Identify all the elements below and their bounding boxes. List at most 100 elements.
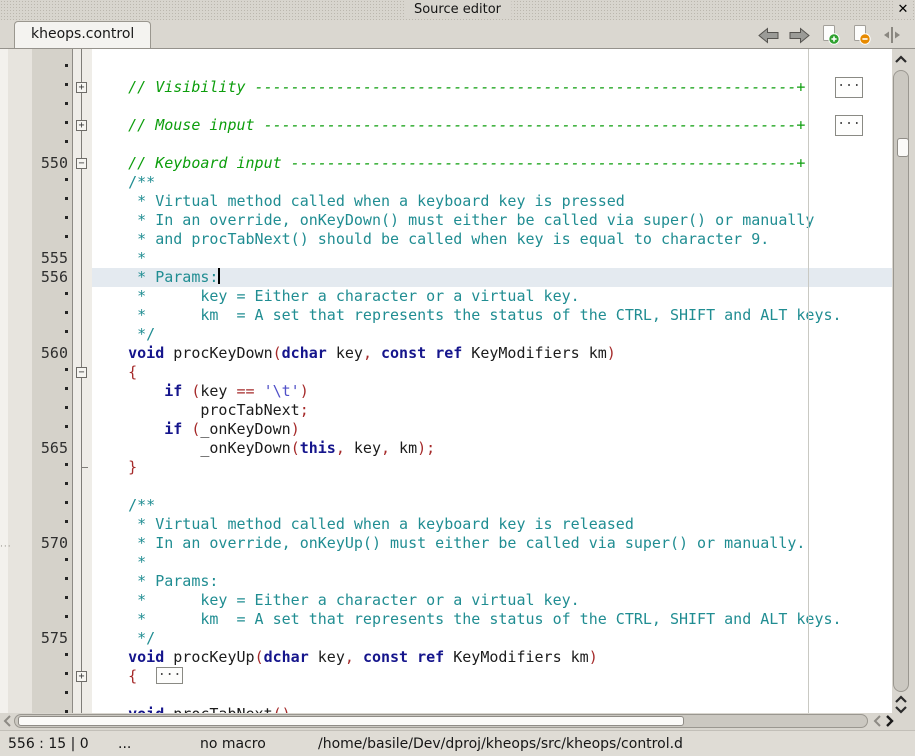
code-text[interactable]: if (_onKeyDown) [92, 420, 892, 439]
code-line[interactable] [0, 686, 892, 705]
code-line[interactable]: * km = A set that represents the status … [0, 610, 892, 629]
code-line[interactable]: */ [0, 325, 892, 344]
code-text[interactable]: if (key == '\t') [92, 382, 892, 401]
code-editor[interactable]: ··· + // Visibility --------------------… [0, 48, 915, 713]
code-text[interactable]: _onKeyDown(this, key, km); [92, 439, 892, 458]
code-text[interactable]: * [92, 553, 892, 572]
code-text[interactable]: // Mouse input -------------------------… [92, 116, 892, 135]
vscroll-thumb[interactable] [897, 138, 909, 157]
vertical-scrollbar[interactable] [892, 48, 915, 713]
code-line[interactable] [0, 59, 892, 78]
code-line[interactable]: if (_onKeyDown) [0, 420, 892, 439]
code-text[interactable]: { [92, 363, 892, 382]
code-line[interactable]: 575 */ [0, 629, 892, 648]
code-line[interactable]: void procKeyUp(dchar key, const ref KeyM… [0, 648, 892, 667]
code-line[interactable]: * [0, 553, 892, 572]
code-line[interactable]: /** [0, 173, 892, 192]
code-text[interactable]: * km = A set that represents the status … [92, 610, 892, 629]
fold-expand-icon[interactable]: + [76, 671, 87, 682]
fold-collapse-icon[interactable]: − [76, 367, 87, 378]
code-line[interactable]: * km = A set that represents the status … [0, 306, 892, 325]
code-line[interactable] [0, 477, 892, 496]
code-text[interactable] [92, 686, 892, 705]
code-text[interactable]: /** [92, 173, 892, 192]
code-text[interactable]: // Keyboard input ----------------------… [92, 154, 892, 173]
folded-code-box[interactable]: ... [835, 115, 863, 136]
code-text[interactable]: void procTabNext() [92, 705, 892, 713]
code-line[interactable]: void procTabNext() [0, 705, 892, 713]
scroll-left-icon[interactable] [1, 714, 13, 728]
code-line[interactable]: * Virtual method called when a keyboard … [0, 192, 892, 211]
code-text[interactable]: * and procTabNext() should be called whe… [92, 230, 892, 249]
code-text[interactable]: * Params: [92, 572, 892, 591]
new-document-icon[interactable] [819, 25, 841, 45]
code-text[interactable]: */ [92, 629, 892, 648]
folded-code-box[interactable]: ... [835, 77, 863, 98]
close-document-icon[interactable] [850, 25, 872, 45]
code-text[interactable]: * In an override, onKeyUp() must either … [92, 534, 892, 553]
code-text[interactable]: * [92, 249, 892, 268]
code-text[interactable]: * key = Either a character or a virtual … [92, 591, 892, 610]
code-text[interactable]: {... [92, 667, 892, 686]
horizontal-scrollbar[interactable] [0, 713, 915, 730]
code-text[interactable]: */ [92, 325, 892, 344]
fold-expand-icon[interactable]: + [76, 82, 87, 93]
code-line[interactable] [0, 135, 892, 154]
scroll-right-icon[interactable] [883, 714, 895, 728]
code-line[interactable]: } [0, 458, 892, 477]
code-text[interactable]: void procKeyUp(dchar key, const ref KeyM… [92, 648, 892, 667]
code-line[interactable]: procTabNext; [0, 401, 892, 420]
code-line[interactable]: * Params: [0, 572, 892, 591]
code-text[interactable]: * Params: [92, 268, 892, 287]
code-line[interactable]: + // Mouse input -----------------------… [0, 116, 892, 135]
hscroll-thumb[interactable] [18, 716, 684, 726]
code-line[interactable] [0, 97, 892, 116]
title-bar[interactable]: Source editor ✕ [0, 0, 915, 20]
hscroll-groove[interactable] [14, 714, 868, 728]
code-line[interactable]: + {... [0, 667, 892, 686]
code-text[interactable]: * key = Either a character or a virtual … [92, 287, 892, 306]
code-token [92, 667, 128, 685]
code-text[interactable]: } [92, 458, 892, 477]
code-line[interactable]: 565 _onKeyDown(this, key, km); [0, 439, 892, 458]
code-line[interactable]: /** [0, 496, 892, 515]
code-line[interactable]: 550− // Keyboard input -----------------… [0, 154, 892, 173]
code-line[interactable]: 555 * [0, 249, 892, 268]
code-line[interactable]: * key = Either a character or a virtual … [0, 287, 892, 306]
code-token: procTabNext [164, 705, 272, 713]
code-line[interactable]: * In an override, onKeyDown() must eithe… [0, 211, 892, 230]
back-arrow-icon[interactable] [757, 25, 779, 45]
code-text[interactable]: * km = A set that represents the status … [92, 306, 892, 325]
code-text[interactable]: * In an override, onKeyDown() must eithe… [92, 211, 892, 230]
code-text[interactable]: // Visibility --------------------------… [92, 78, 892, 97]
scroll-up-icon[interactable] [894, 54, 908, 64]
code-text[interactable] [92, 59, 892, 78]
code-line[interactable]: − { [0, 363, 892, 382]
code-line[interactable]: 556 * Params: [0, 268, 892, 287]
code-text[interactable]: * Virtual method called when a keyboard … [92, 515, 892, 534]
code-line[interactable]: * key = Either a character or a virtual … [0, 591, 892, 610]
scroll-left2-icon[interactable] [871, 714, 883, 728]
fold-collapse-icon[interactable]: − [76, 158, 87, 169]
code-line[interactable]: * and procTabNext() should be called whe… [0, 230, 892, 249]
forward-arrow-icon[interactable] [788, 25, 810, 45]
code-line[interactable]: if (key == '\t') [0, 382, 892, 401]
scroll-up2-icon[interactable] [894, 694, 908, 704]
code-text[interactable]: * Virtual method called when a keyboard … [92, 192, 892, 211]
vscroll-groove[interactable] [893, 70, 909, 692]
split-editor-icon[interactable] [881, 25, 903, 45]
tab-kheops-control[interactable]: kheops.control [14, 21, 151, 48]
fold-expand-icon[interactable]: + [76, 120, 87, 131]
code-text[interactable]: /** [92, 496, 892, 515]
folded-code-box[interactable]: ... [156, 667, 183, 684]
code-text[interactable] [92, 135, 892, 154]
code-line[interactable]: * Virtual method called when a keyboard … [0, 515, 892, 534]
code-line[interactable]: 570 * In an override, onKeyUp() must eit… [0, 534, 892, 553]
code-text[interactable]: procTabNext; [92, 401, 892, 420]
code-text[interactable] [92, 477, 892, 496]
code-line[interactable]: 560 void procKeyDown(dchar key, const re… [0, 344, 892, 363]
code-text[interactable]: void procKeyDown(dchar key, const ref Ke… [92, 344, 892, 363]
code-line[interactable]: + // Visibility ------------------------… [0, 78, 892, 97]
close-window-icon[interactable]: ✕ [895, 0, 911, 19]
code-text[interactable] [92, 97, 892, 116]
